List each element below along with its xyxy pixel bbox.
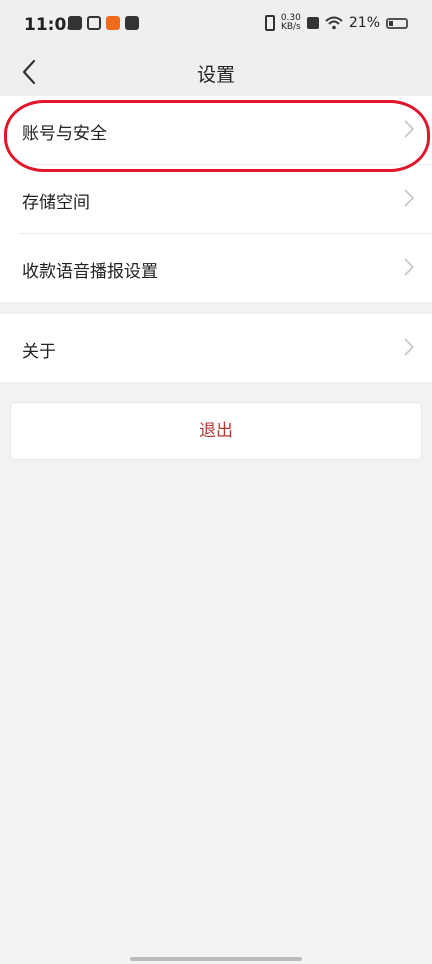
status-right: 0.30 KB/s 21%	[264, 14, 408, 32]
notification-link-icon	[87, 16, 101, 30]
notification-orange-app-icon	[106, 16, 120, 30]
notification-mail-icon	[125, 16, 139, 30]
net-speed: 0.30 KB/s	[281, 14, 301, 32]
settings-group-about: 关于	[0, 314, 432, 382]
header: 设置	[0, 50, 432, 96]
settings-item-about[interactable]: 关于	[0, 314, 432, 382]
status-bar: 11:05 0.30 KB/s 21%	[0, 0, 432, 50]
chevron-right-icon	[404, 258, 414, 276]
settings-item-payment-voice[interactable]: 收款语音播报设置	[0, 234, 432, 302]
wifi-icon	[325, 16, 343, 30]
settings-item-label: 收款语音播报设置	[22, 262, 158, 282]
net-speed-unit: KB/s	[280, 22, 301, 32]
no-sim-icon	[306, 17, 319, 29]
home-indicator[interactable]	[130, 957, 302, 961]
settings-item-label: 关于	[22, 342, 56, 362]
settings-item-account-security[interactable]: 账号与安全	[0, 96, 432, 164]
vibrate-icon	[264, 15, 275, 31]
logout-button[interactable]: 退出	[10, 402, 422, 460]
notification-app-icon	[68, 16, 82, 30]
page-title: 设置	[196, 64, 235, 86]
battery-icon	[386, 17, 408, 29]
battery-percent: 21%	[348, 15, 380, 31]
chevron-right-icon	[404, 338, 414, 356]
settings-item-label: 存储空间	[22, 193, 90, 213]
chevron-right-icon	[404, 120, 414, 138]
settings-group-main: 账号与安全 存储空间 收款语音播报设置	[0, 96, 432, 302]
notification-icons	[68, 16, 139, 30]
settings-item-storage[interactable]: 存储空间	[0, 165, 432, 233]
chevron-right-icon	[404, 189, 414, 207]
settings-item-label: 账号与安全	[22, 124, 107, 144]
